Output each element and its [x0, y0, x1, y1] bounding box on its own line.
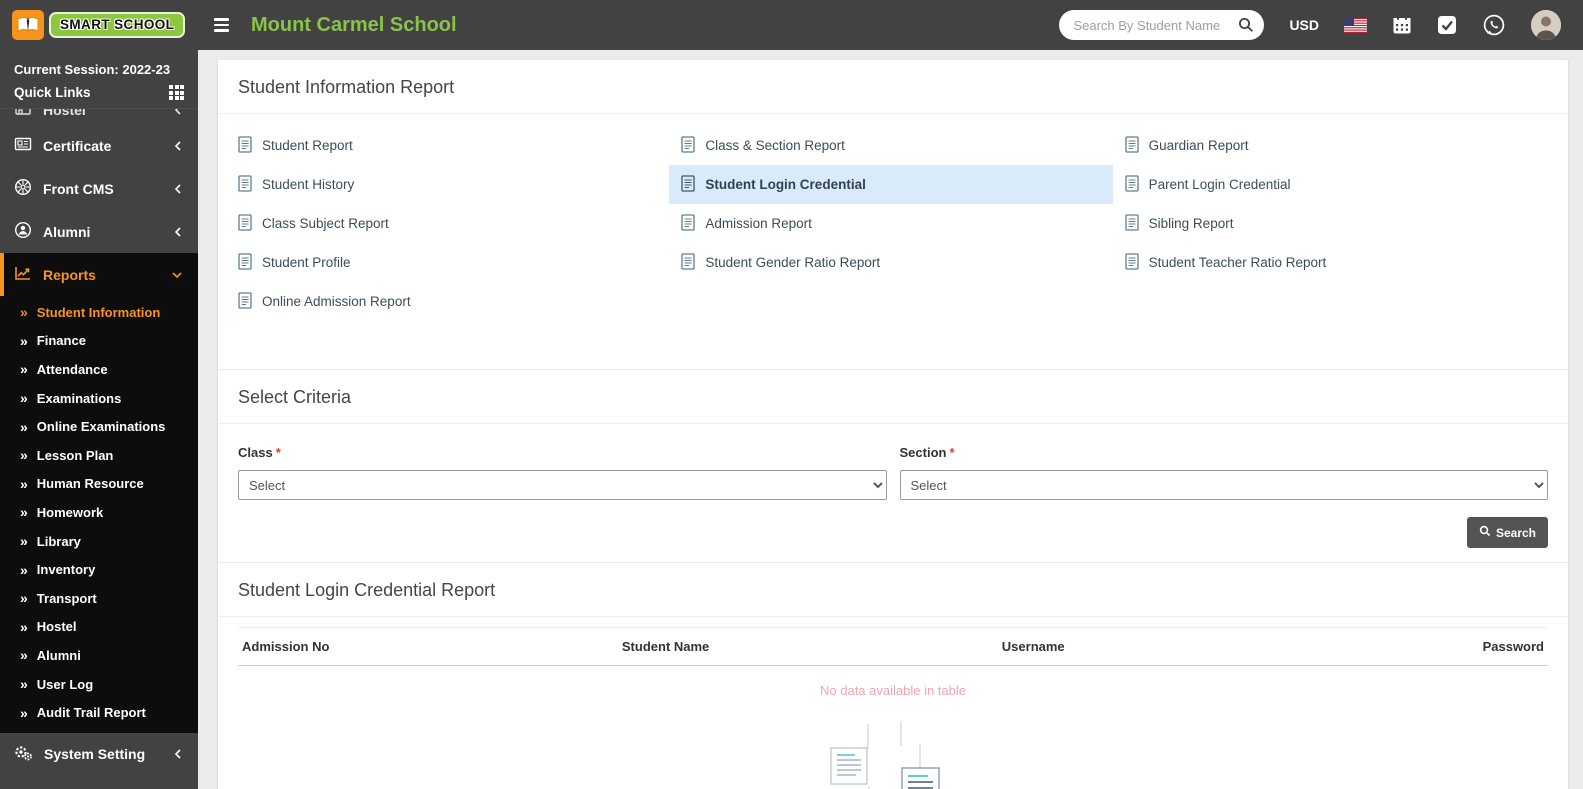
- document-icon: [238, 292, 252, 312]
- submenu-human-resource[interactable]: »Human Resource: [0, 470, 198, 499]
- sidebar-item-hostel-clipped[interactable]: Hostel: [0, 109, 198, 124]
- language-flag-icon[interactable]: [1344, 18, 1367, 33]
- school-name-title: Mount Carmel School: [251, 14, 457, 37]
- submenu-student-information[interactable]: »Student Information: [0, 298, 198, 327]
- link-class-subject-report[interactable]: Class Subject Report: [226, 204, 669, 243]
- document-icon: [1125, 253, 1139, 273]
- sidebar-item-alumni[interactable]: Alumni: [0, 210, 198, 253]
- link-sibling-report[interactable]: Sibling Report: [1113, 204, 1556, 243]
- link-student-profile[interactable]: Student Profile: [226, 243, 669, 282]
- sidebar-item-certificate[interactable]: Certificate: [0, 124, 198, 167]
- main-content: Student Information Report Student Repor…: [198, 50, 1583, 789]
- quick-links-label: Quick Links: [14, 85, 91, 100]
- document-icon: [1125, 136, 1139, 156]
- report-links-grid: Student Report Class & Section Report Gu…: [218, 114, 1568, 369]
- link-parent-login-credential[interactable]: Parent Login Credential: [1113, 165, 1556, 204]
- document-icon: [238, 253, 252, 273]
- submenu-transport[interactable]: »Transport: [0, 584, 198, 613]
- link-class-section-report[interactable]: Class & Section Report: [669, 126, 1112, 165]
- document-icon: [238, 175, 252, 195]
- submenu-alumni[interactable]: »Alumni: [0, 641, 198, 670]
- document-icon: [681, 175, 695, 195]
- app-logo[interactable]: SMART SCHOOL: [0, 0, 198, 50]
- currency-label[interactable]: USD: [1289, 17, 1319, 33]
- col-admission-no[interactable]: Admission No: [238, 628, 618, 666]
- content-card: Student Information Report Student Repor…: [218, 60, 1568, 789]
- link-admission-report[interactable]: Admission Report: [669, 204, 1112, 243]
- certificate-icon: [14, 135, 32, 156]
- gears-icon: [14, 744, 33, 765]
- link-guardian-report[interactable]: Guardian Report: [1113, 126, 1556, 165]
- sidebar-nav: Current Session: 2022-23 Quick Links Hos…: [0, 50, 198, 789]
- required-marker: *: [949, 445, 954, 460]
- book-logo-icon: [12, 10, 44, 40]
- empty-table-message: No data available in table: [238, 666, 1548, 704]
- sidebar-item-front-cms[interactable]: Front CMS: [0, 167, 198, 210]
- credential-table: Admission No Student Name Username Passw…: [218, 617, 1568, 789]
- calendar-icon[interactable]: [1392, 15, 1412, 35]
- search-button-icon: [1479, 525, 1491, 540]
- user-avatar[interactable]: [1531, 10, 1561, 40]
- whatsapp-icon[interactable]: [1482, 13, 1506, 37]
- col-username[interactable]: Username: [998, 628, 1365, 666]
- report-section-title: Student Information Report: [218, 60, 1568, 114]
- link-student-gender-ratio-report[interactable]: Student Gender Ratio Report: [669, 243, 1112, 282]
- reports-chart-icon: [14, 264, 32, 285]
- required-marker: *: [276, 445, 281, 460]
- document-icon: [1125, 214, 1139, 234]
- section-select[interactable]: Select: [900, 470, 1549, 500]
- link-student-history[interactable]: Student History: [226, 165, 669, 204]
- submenu-online-examinations[interactable]: »Online Examinations: [0, 412, 198, 441]
- current-session-label: Current Session: 2022-23: [14, 59, 184, 80]
- sidebar-item-reports[interactable]: Reports: [0, 253, 198, 296]
- quick-links[interactable]: Quick Links: [14, 80, 184, 102]
- logo-text: SMART SCHOOL: [49, 12, 185, 38]
- front-cms-icon: [14, 178, 32, 199]
- col-student-name[interactable]: Student Name: [618, 628, 998, 666]
- submenu-inventory[interactable]: »Inventory: [0, 555, 198, 584]
- submenu-lesson-plan[interactable]: »Lesson Plan: [0, 441, 198, 470]
- empty-state-illustration: [238, 704, 1548, 789]
- submenu-examinations[interactable]: »Examinations: [0, 384, 198, 413]
- document-icon: [681, 253, 695, 273]
- document-icon: [238, 136, 252, 156]
- submenu-homework[interactable]: »Homework: [0, 498, 198, 527]
- submenu-user-log[interactable]: »User Log: [0, 670, 198, 699]
- document-icon: [238, 214, 252, 234]
- link-online-admission-report[interactable]: Online Admission Report: [226, 282, 669, 321]
- credential-report-title: Student Login Credential Report: [218, 563, 1568, 617]
- criteria-form: Class* Select Section* Select Search: [218, 424, 1568, 562]
- reports-submenu: »Student Information »Finance »Attendanc…: [0, 296, 198, 733]
- link-student-login-credential[interactable]: Student Login Credential: [669, 165, 1112, 204]
- link-student-report[interactable]: Student Report: [226, 126, 669, 165]
- top-header: SMART SCHOOL Mount Carmel School USD: [0, 0, 1583, 50]
- document-icon: [1125, 175, 1139, 195]
- class-label: Class*: [238, 445, 281, 460]
- student-search-box[interactable]: [1059, 10, 1264, 40]
- submenu-library[interactable]: »Library: [0, 527, 198, 556]
- todo-check-icon[interactable]: [1437, 15, 1457, 35]
- section-label: Section*: [900, 445, 955, 460]
- alumni-icon: [14, 221, 32, 242]
- submenu-audit-trail-report[interactable]: »Audit Trail Report: [0, 698, 198, 727]
- submenu-finance[interactable]: »Finance: [0, 327, 198, 356]
- hostel-icon: [14, 109, 32, 120]
- quick-links-grid-icon[interactable]: [169, 85, 184, 100]
- search-icon[interactable]: [1238, 17, 1254, 33]
- submenu-hostel[interactable]: »Hostel: [0, 613, 198, 642]
- sidebar-toggle-icon[interactable]: [214, 18, 229, 32]
- class-select[interactable]: Select: [238, 470, 887, 500]
- col-password[interactable]: Password: [1365, 628, 1548, 666]
- submenu-attendance[interactable]: »Attendance: [0, 355, 198, 384]
- search-button[interactable]: Search: [1467, 517, 1548, 548]
- document-icon: [681, 214, 695, 234]
- student-search-input[interactable]: [1073, 18, 1238, 33]
- criteria-section-title: Select Criteria: [218, 370, 1568, 424]
- sidebar-item-system-setting[interactable]: System Setting: [0, 733, 198, 776]
- link-student-teacher-ratio-report[interactable]: Student Teacher Ratio Report: [1113, 243, 1556, 282]
- document-icon: [681, 136, 695, 156]
